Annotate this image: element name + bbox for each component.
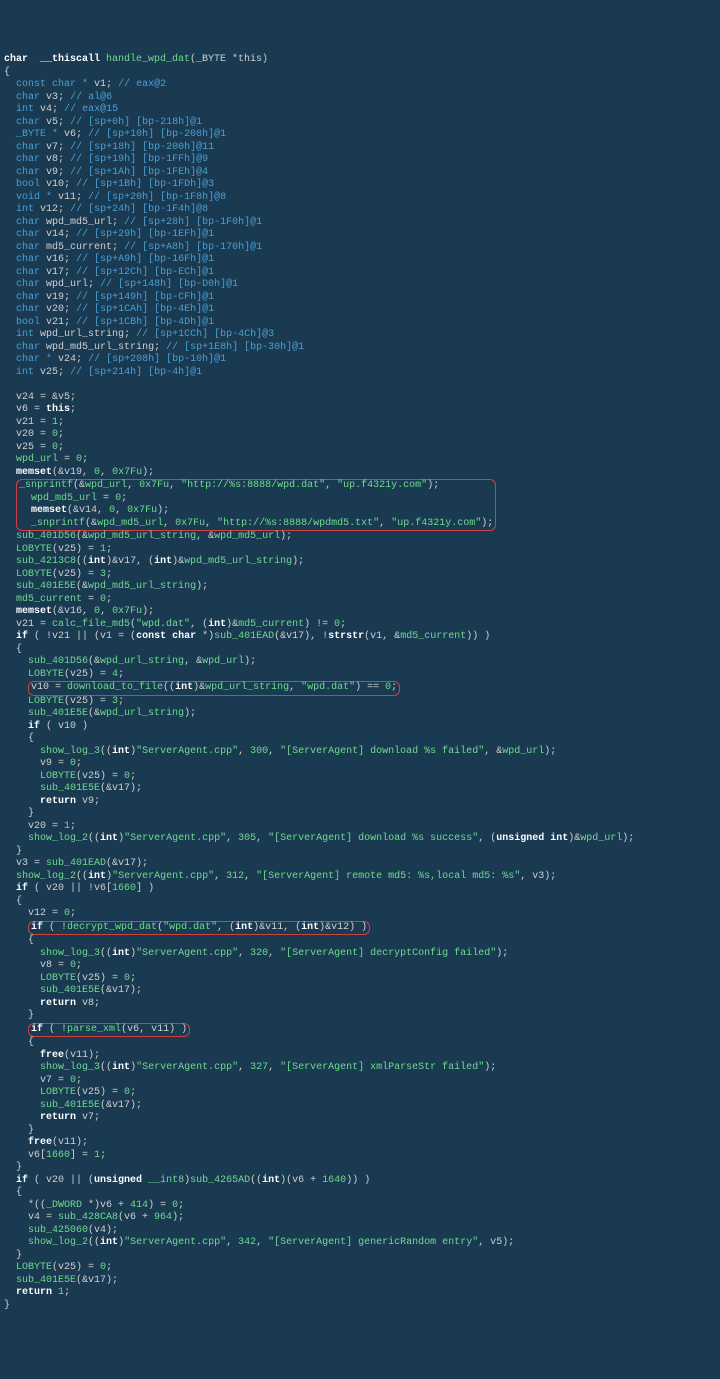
var-decl: char v9; // [sp+1Ah] [bp-1FEh]@4 <box>4 167 716 180</box>
var-decl: char v20; // [sp+1CAh] [bp-4Eh]@1 <box>4 304 716 317</box>
decl-block: const char * v1; // eax@2 char v3; // al… <box>4 79 716 379</box>
var-decl: char wpd_url; // [sp+148h] [bp-D0h]@1 <box>4 279 716 292</box>
var-decl: void * v11; // [sp+20h] [bp-1F8h]@8 <box>4 192 716 205</box>
highlight-box: v10 = download_to_file((int)&wpd_url_str… <box>28 681 400 696</box>
var-decl: char v14; // [sp+29h] [bp-1EFh]@1 <box>4 229 716 242</box>
var-decl: const char * v1; // eax@2 <box>4 79 716 92</box>
var-decl: char v7; // [sp+18h] [bp-200h]@11 <box>4 142 716 155</box>
highlight-box: _snprintf(&wpd_url, 0x7Fu, "http://%s:88… <box>16 479 496 531</box>
var-decl: char v17; // [sp+12Ch] [bp-ECh]@1 <box>4 267 716 280</box>
var-decl: char md5_current; // [sp+A8h] [bp-170h]@… <box>4 242 716 255</box>
var-decl: char v16; // [sp+A9h] [bp-16Fh]@1 <box>4 254 716 267</box>
code-view: char __thiscall handle_wpd_dat(_BYTE *th… <box>4 54 716 1312</box>
var-decl: char v5; // [sp+0h] [bp-218h]@1 <box>4 117 716 130</box>
var-decl: int v12; // [sp+24h] [bp-1F4h]@8 <box>4 204 716 217</box>
var-decl: int wpd_url_string; // [sp+1CCh] [bp-4Ch… <box>4 329 716 342</box>
var-decl: bool v10; // [sp+1Bh] [bp-1FDh]@3 <box>4 179 716 192</box>
signature: char __thiscall handle_wpd_dat(_BYTE *th… <box>4 54 716 67</box>
var-decl: char v8; // [sp+19h] [bp-1FFh]@9 <box>4 154 716 167</box>
highlight-box: if ( !decrypt_wpd_dat("wpd.dat", (int)&v… <box>28 921 370 936</box>
var-decl: int v4; // eax@15 <box>4 104 716 117</box>
var-decl: char v3; // al@6 <box>4 92 716 105</box>
body-block: v24 = &v5; v6 = this; v21 = 1; v20 = 0; … <box>4 392 716 1300</box>
var-decl: char wpd_md5_url; // [sp+28h] [bp-1F0h]@… <box>4 217 716 230</box>
var-decl: char * v24; // [sp+208h] [bp-10h]@1 <box>4 354 716 367</box>
var-decl: char v19; // [sp+149h] [bp-CFh]@1 <box>4 292 716 305</box>
var-decl: int v25; // [sp+214h] [bp-4h]@1 <box>4 367 716 380</box>
var-decl: bool v21; // [sp+1CBh] [bp-4Dh]@1 <box>4 317 716 330</box>
highlight-box: if ( !parse_xml(v6, v11) ) <box>28 1023 190 1038</box>
var-decl: _BYTE * v6; // [sp+10h] [bp-208h]@1 <box>4 129 716 142</box>
var-decl: char wpd_md5_url_string; // [sp+1E8h] [b… <box>4 342 716 355</box>
